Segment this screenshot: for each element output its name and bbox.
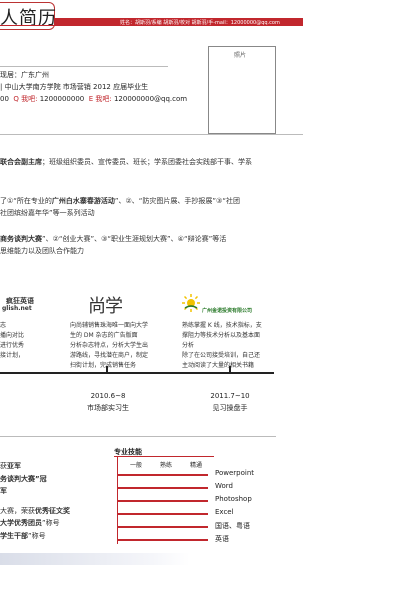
company-3-desc-5: 主动阅读了大量的相关书籍 <box>182 362 255 369</box>
award-3: 大赛，荣获优秀征文奖 <box>0 506 70 516</box>
email-value: 120000000@qq.com <box>113 95 188 103</box>
footer-band <box>0 553 190 565</box>
company-3-desc-4: 除了在公司接受培训，自己还 <box>182 352 261 359</box>
award-2-bold: 务谈判大赛”冠 <box>0 475 47 483</box>
activities-pre: 了①“所在专业的 <box>0 197 52 205</box>
company-2-desc-2: 生的 DM 杂志的广告版面 <box>70 332 138 339</box>
page-title: 人简历 <box>0 8 57 29</box>
skill-name: Excel <box>215 508 234 516</box>
award-5-post: ”称号 <box>28 532 46 540</box>
company-2-desc-5: 扫街计划，完成销售任务 <box>70 362 137 369</box>
award-5-bold: 学生干部 <box>0 532 28 540</box>
company-1-desc-1: 志 <box>0 322 7 329</box>
divider <box>0 134 303 135</box>
company-3-desc-2: 撑阻力等技术分析以及基本面 <box>182 332 261 339</box>
award-4: 大学优秀团员”称号 <box>0 518 60 528</box>
company-1-desc-3: 进行优秀 <box>0 342 25 349</box>
skill-level-basic: 一般 <box>130 462 143 469</box>
skills-axis-top <box>114 456 214 457</box>
activities-bold: 广州白水寨春游活动 <box>51 197 115 205</box>
competitions-bold: 商务谈判大赛 <box>0 235 42 243</box>
skill-level-proficient: 熟练 <box>160 462 173 469</box>
skill-name: Photoshop <box>215 495 252 503</box>
skill-name: 国语、粤语 <box>215 522 250 530</box>
skill-bar <box>117 539 208 541</box>
skill-bar <box>117 513 208 515</box>
skill-bar <box>117 487 208 489</box>
activities-line-2: 社团缤纷嘉年华”等一系列活动 <box>0 209 95 217</box>
skill-bar <box>117 526 208 528</box>
skill-bar <box>117 474 208 476</box>
header-bar-text: 姓名：胡斯羽/系编 胡斯羽/校对 胡斯羽/手-mail：12000000@qq.… <box>120 20 280 26</box>
award-2b-bold: 军 <box>0 487 7 495</box>
email-label: E 我吧: <box>88 95 112 103</box>
campus-roles: 联合会副主席；班级组织委员、宣传委员、班长；学系团委社会实践部干事、学系 <box>0 157 252 167</box>
company-1-desc-4: 接计划， <box>0 352 25 359</box>
timeline-role-2: 见习操盘手 <box>212 404 248 412</box>
company-2-desc-3: 分析杂志特点，分析大学生出 <box>70 342 149 349</box>
company-logo-2: 尚学 <box>88 296 123 317</box>
award-1-pre: 获 <box>0 462 7 470</box>
award-5: 学生干部”称号 <box>0 531 46 541</box>
campus-roles-rest: ；班级组织委员、宣传委员、班长；学系团委社会实践部干事、学系 <box>42 158 252 166</box>
award-1-bold: 亚军 <box>7 462 21 470</box>
competitions-line-2: 思维能力以及团队合作能力 <box>0 247 84 255</box>
timeline-date-1: 2010.6~8 <box>90 392 126 400</box>
activities-rest: ”、②、“防灾图片展、手抄报展”③“社团 <box>114 197 240 205</box>
divider <box>0 66 168 67</box>
photo-label: 照片 <box>234 52 247 59</box>
divider <box>0 436 276 437</box>
info-contact: 00 Q 我吧: 1200000000 E 我吧: 120000000@qq.c… <box>0 94 187 104</box>
timeline-date-2: 2011.7~10 <box>210 392 250 400</box>
sun-logo-icon <box>182 294 200 312</box>
company-3-desc-3: 分析 <box>182 342 195 349</box>
skill-bar <box>117 500 208 502</box>
timeline-tick <box>229 366 231 374</box>
qq-value: 1200000000 <box>39 95 85 103</box>
qq-label: Q 我吧: <box>13 95 38 103</box>
timeline-tick <box>106 366 108 374</box>
skill-name: Powerpoint <box>215 469 255 477</box>
competitions-line-1: 商务谈判大赛”、②“创业大赛”、③“职业生涯规划大赛”、④“辩论赛”等活 <box>0 234 226 244</box>
info-contact-prefix: 00 <box>0 95 9 103</box>
award-3-pre: 大赛，荣获 <box>0 507 35 515</box>
skill-name: Word <box>215 482 233 490</box>
award-3-bold: 优秀征文奖 <box>35 507 70 515</box>
company-logo-3: 广州金诺投资有限公司 <box>202 308 253 314</box>
company-2-desc-4: 游路线，寻找潜在商户，制定 <box>70 352 149 359</box>
activities-line-1: 了①“所在专业的广州白水寨春游活动”、②、“防灾图片展、手抄报展”③“社团 <box>0 196 240 206</box>
info-residence: 现居：广东广州 <box>0 71 49 79</box>
award-2b: 军 <box>0 486 7 496</box>
award-4-bold: 大学优秀团员 <box>0 519 42 527</box>
company-2-desc-1: 向尚辅销售珠海唯一面向大学 <box>70 322 149 329</box>
award-4-post: ”称号 <box>42 519 60 527</box>
company-3-desc-1: 熟练掌握 K 线，技术指标，支 <box>182 322 262 329</box>
photo-placeholder <box>208 46 276 134</box>
campus-roles-bold: 联合会副主席 <box>0 158 42 166</box>
skill-level-expert: 精通 <box>190 462 203 469</box>
timeline-role-1: 市场部实习生 <box>87 404 129 412</box>
competitions-rest: ”、②“创业大赛”、③“职业生涯规划大赛”、④“辩论赛”等活 <box>42 235 227 243</box>
skill-name: 英语 <box>215 535 229 543</box>
timeline-axis <box>0 372 274 374</box>
award-1: 获亚军 <box>0 461 21 471</box>
company-logo-1-url: glish.net <box>2 305 32 312</box>
award-2: 务谈判大赛”冠 <box>0 474 47 484</box>
company-1-desc-2: 播向对比 <box>0 332 25 339</box>
info-education: | 中山大学南方学院 市场营销 2012 应届毕业生 <box>0 83 149 91</box>
